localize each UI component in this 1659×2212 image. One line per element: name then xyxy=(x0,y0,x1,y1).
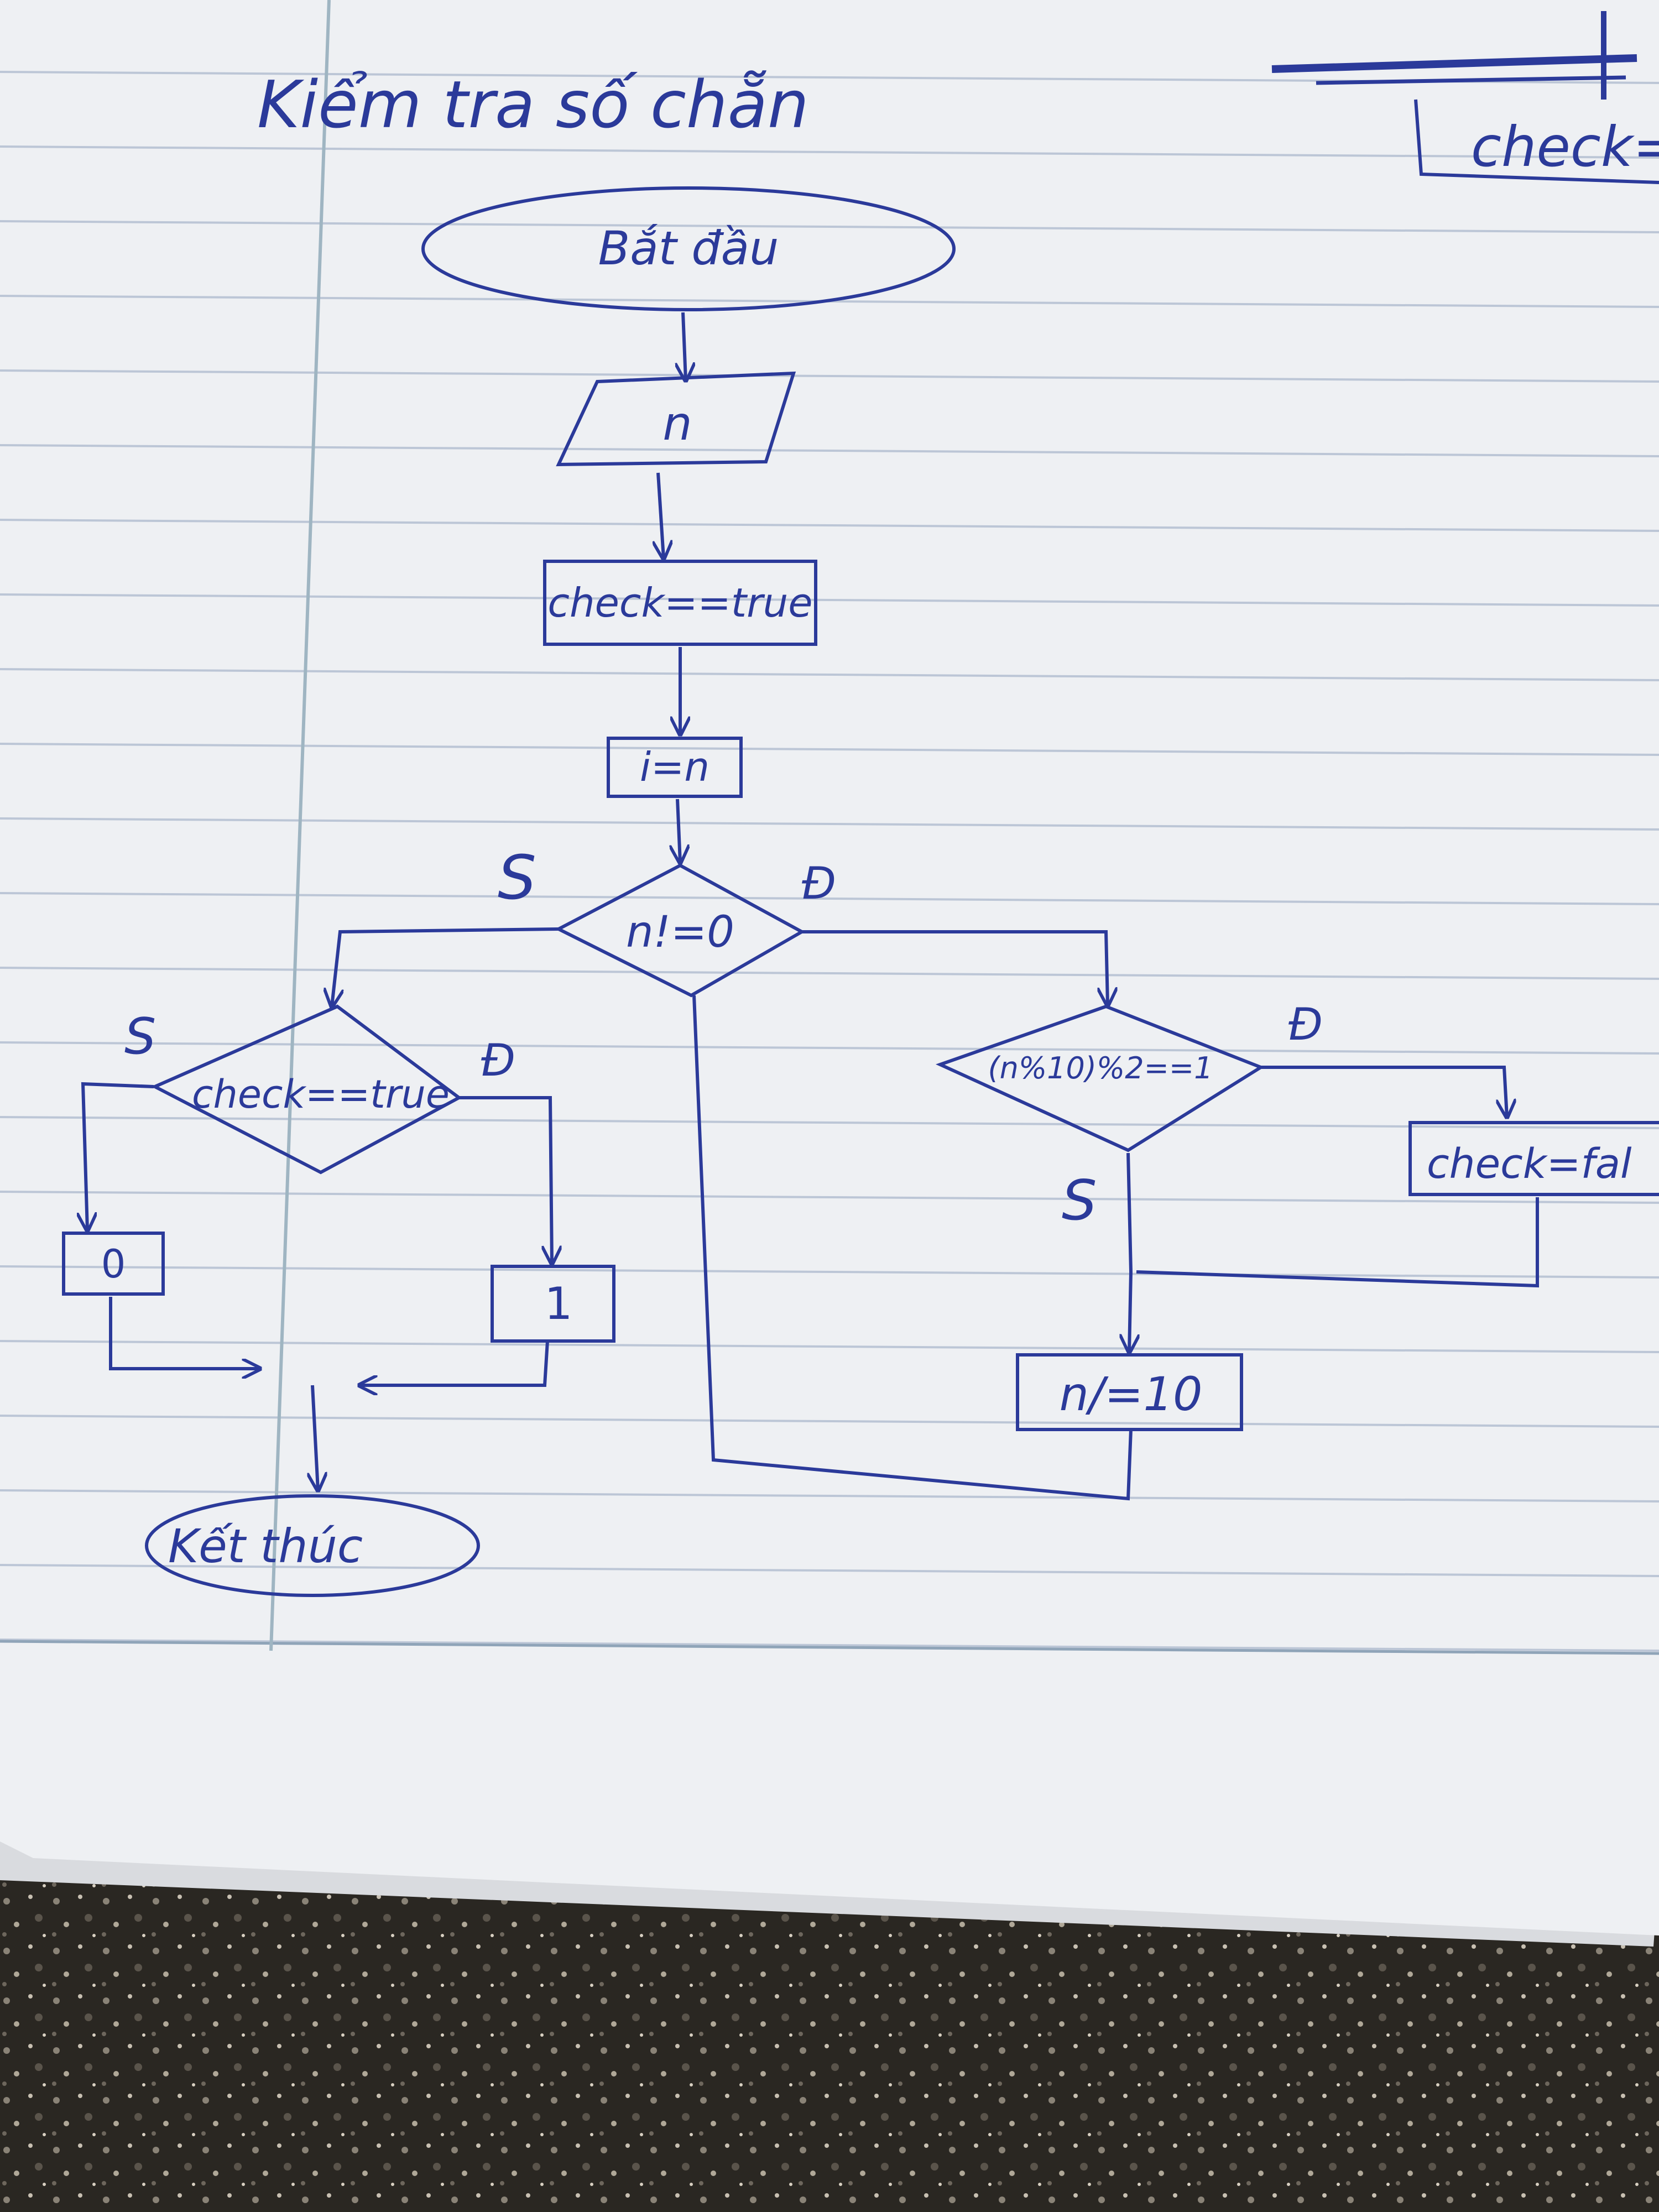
final-false-label: S xyxy=(124,1008,156,1066)
loop-false-label: S xyxy=(498,842,536,913)
loop-condition-label: n!=0 xyxy=(626,907,734,957)
parity-true-label: Đ xyxy=(1288,999,1323,1050)
assign-i-label: i=n xyxy=(640,744,709,790)
parity-false-label: S xyxy=(1062,1168,1097,1233)
divide-label: n/=10 xyxy=(1060,1367,1203,1421)
end-label: Kết thúc xyxy=(168,1519,363,1573)
input-label: n xyxy=(662,397,692,451)
parity-condition-label: (n%10)%2==1 xyxy=(988,1051,1213,1086)
final-true-label: Đ xyxy=(481,1035,515,1086)
set-false-label: check=fal xyxy=(1427,1140,1632,1188)
output-false-label: 0 xyxy=(101,1241,126,1287)
final-condition-label: check==true xyxy=(192,1072,450,1117)
init-check-label: check==true xyxy=(547,580,812,626)
output-true-label: 1 xyxy=(545,1278,573,1329)
start-label: Bắt đầu xyxy=(598,221,779,275)
notebook-photo: Kiểm tra số chẵn check= Bắt đầu n check=… xyxy=(0,0,1659,2212)
loop-true-label: Đ xyxy=(802,858,836,909)
corner-fragment-text: check= xyxy=(1471,114,1659,179)
page-title: Kiểm tra số chẵn xyxy=(257,66,809,143)
